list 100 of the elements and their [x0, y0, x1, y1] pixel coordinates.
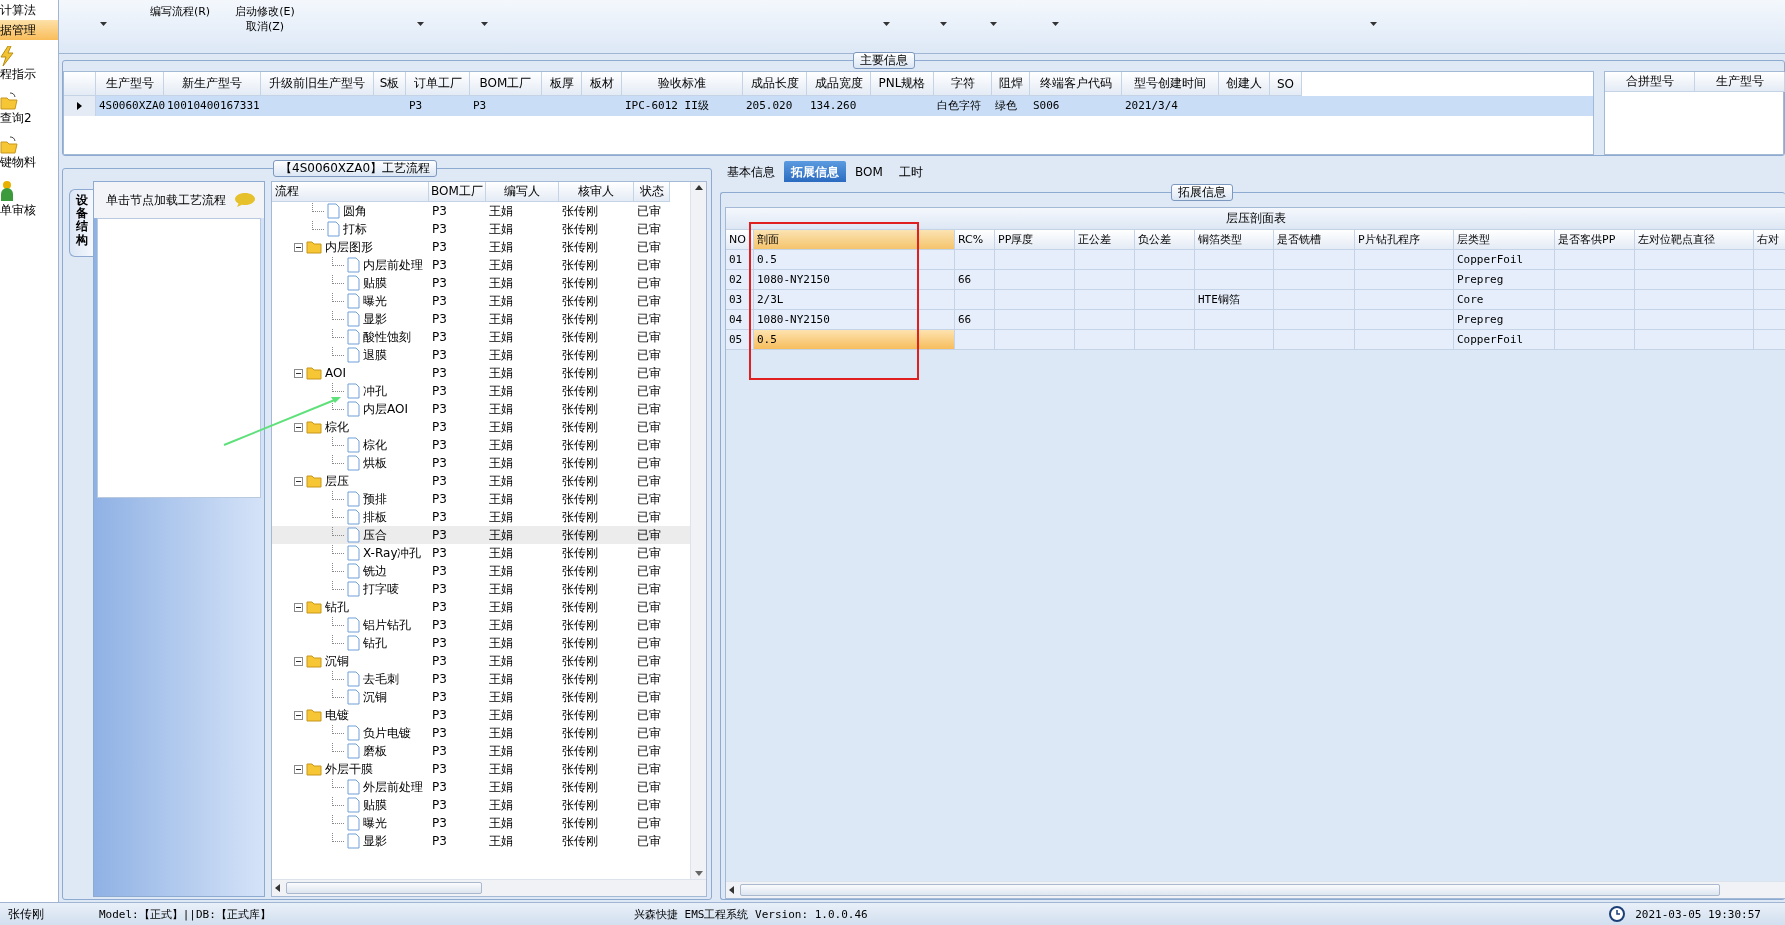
tab[interactable]: BOM [848, 161, 890, 182]
collapse-icon[interactable] [294, 710, 303, 720]
column-header[interactable]: 生产型号 [1695, 72, 1785, 92]
collapse-icon[interactable] [294, 476, 303, 486]
column-header[interactable]: P片钻孔程序 [1355, 230, 1454, 250]
table-cell-text: 王娟 [488, 364, 514, 382]
table-cell-text: 已审 [636, 742, 662, 760]
caret-icon[interactable] [939, 22, 947, 26]
column-header[interactable]: 订单工厂 [406, 72, 470, 96]
column-header[interactable]: 阻焊 [992, 72, 1030, 96]
column-header[interactable]: 编写人 [486, 182, 559, 202]
collapse-icon[interactable] [294, 422, 303, 432]
table-cell-text: P3 [431, 563, 448, 580]
column-header[interactable]: RC% [955, 230, 995, 250]
table-cell-text: P3 [431, 527, 448, 544]
table-row[interactable]: 4S0060XZA0 10010400167331 P3 P3 IPC-6012 II级 205.020 134.260 白色字符 绿色 S006 2021/3/4 [64, 96, 1593, 116]
horizontal-scrollbar[interactable] [726, 881, 1785, 898]
table-cell[interactable]: 0.5 [754, 330, 955, 350]
table-cell-text: 已审 [636, 328, 662, 346]
caret-icon[interactable] [882, 22, 890, 26]
caret-icon[interactable] [416, 22, 424, 26]
tab[interactable]: 工时 [891, 161, 930, 182]
sidebar-item[interactable]: 程指示 [0, 40, 58, 86]
collapse-icon[interactable] [294, 242, 303, 252]
vertical-scrollbar[interactable] [690, 182, 706, 879]
table-cell[interactable]: 2/3L [754, 290, 955, 310]
toolbar-command[interactable]: 启动修改(E) [235, 4, 295, 19]
sidebar-item[interactable]: 单审核 [0, 174, 58, 222]
tab[interactable]: 基本信息 [720, 161, 782, 182]
column-header[interactable]: 层类型 [1454, 230, 1555, 250]
caret-icon[interactable] [1369, 22, 1377, 26]
tree-node-label: 圆角 [343, 202, 367, 220]
column-header[interactable]: 是否铣槽 [1274, 230, 1355, 250]
table-cell[interactable]: 1080-NY2150 [754, 270, 955, 290]
table-cell-text: 已审 [636, 310, 662, 328]
column-header[interactable]: 字符 [934, 72, 992, 96]
scroll-left-icon[interactable] [275, 884, 280, 892]
side-tab[interactable]: 设备结构 [69, 189, 93, 257]
scroll-left-icon[interactable] [729, 886, 734, 894]
app-version: 兴森快捷 EMS工程系统 Version: 1.0.0.46 [634, 906, 869, 922]
caret-icon[interactable] [99, 22, 107, 26]
column-header[interactable]: 新生产型号 [164, 72, 261, 96]
column-header[interactable]: 终端客户代码 [1030, 72, 1122, 96]
caret-icon[interactable] [1051, 22, 1059, 26]
sidebar-item[interactable]: 计算法 [0, 0, 58, 20]
caret-icon[interactable] [480, 22, 488, 26]
column-header[interactable]: 板厚 [542, 72, 582, 96]
column-header[interactable]: 板材 [582, 72, 622, 96]
horizontal-scrollbar[interactable] [272, 879, 706, 896]
column-header[interactable]: 型号创建时间 [1122, 72, 1219, 96]
column-header[interactable]: 状态 [634, 182, 670, 202]
table-cell[interactable]: 0.5 [754, 250, 955, 270]
table-cell-text: 王娟 [488, 220, 514, 238]
column-header[interactable]: 升级前旧生产型号 [261, 72, 374, 96]
caret-icon[interactable] [989, 22, 997, 26]
column-header[interactable]: SO [1270, 72, 1302, 96]
column-header[interactable]: 创建人 [1219, 72, 1270, 96]
collapse-icon[interactable] [294, 656, 303, 666]
column-header[interactable]: 流程 [272, 182, 429, 202]
column-header[interactable]: 铜箔类型 [1195, 230, 1274, 250]
table-cell[interactable]: 1080-NY2150 [754, 310, 955, 330]
column-header[interactable]: 剖面 [754, 230, 955, 250]
tree-node-label: 曝光 [363, 292, 387, 310]
scroll-up-icon[interactable] [694, 185, 703, 190]
column-header[interactable]: PP厚度 [995, 230, 1075, 250]
column-header[interactable]: PNL规格 [871, 72, 934, 96]
column-header[interactable]: 合拼型号 [1605, 72, 1695, 92]
column-header[interactable]: 左对位靶点直径 [1635, 230, 1754, 250]
column-header[interactable]: 成品宽度 [807, 72, 871, 96]
table-cell-text: 王娟 [488, 598, 514, 616]
tree-row[interactable]: 压合 P3 王娟 张传刚 已审 [272, 526, 690, 544]
collapse-icon[interactable] [294, 764, 303, 774]
table-cell [1135, 290, 1195, 310]
collapse-icon[interactable] [294, 368, 303, 378]
collapse-icon[interactable] [294, 602, 303, 612]
column-header[interactable]: 负公差 [1135, 230, 1195, 250]
column-header[interactable]: BOM工厂 [429, 182, 486, 202]
sidebar-item[interactable]: 查询2 [0, 86, 58, 130]
table-cell-text: P3 [431, 617, 448, 634]
document-icon [347, 581, 360, 597]
column-header[interactable]: 右对 [1754, 230, 1785, 250]
column-header[interactable]: BOM工厂 [470, 72, 542, 96]
document-icon [347, 689, 360, 705]
column-header[interactable]: 生产型号 [96, 72, 164, 96]
sidebar-item[interactable]: 据管理 [0, 20, 58, 40]
column-header[interactable]: S板 [374, 72, 406, 96]
column-header[interactable]: 成品长度 [743, 72, 807, 96]
column-header[interactable]: 核审人 [559, 182, 634, 202]
sidebar-item[interactable]: 键物料 [0, 130, 58, 174]
tree-node-label: 外层干膜 [325, 760, 373, 778]
column-header[interactable]: 正公差 [1075, 230, 1135, 250]
toolbar-command[interactable]: 取消(Z) [245, 19, 285, 34]
tab[interactable]: 拓展信息 [784, 161, 846, 182]
table-cell-text: 王娟 [488, 346, 514, 364]
table-cell-text: P3 [431, 257, 448, 274]
column-header[interactable]: 是否客供PP [1555, 230, 1635, 250]
column-header[interactable]: 验收标准 [622, 72, 743, 96]
toolbar-command[interactable]: 编写流程(R) [149, 4, 211, 19]
scroll-down-icon[interactable] [694, 871, 703, 876]
column-header[interactable]: NO [726, 230, 754, 250]
